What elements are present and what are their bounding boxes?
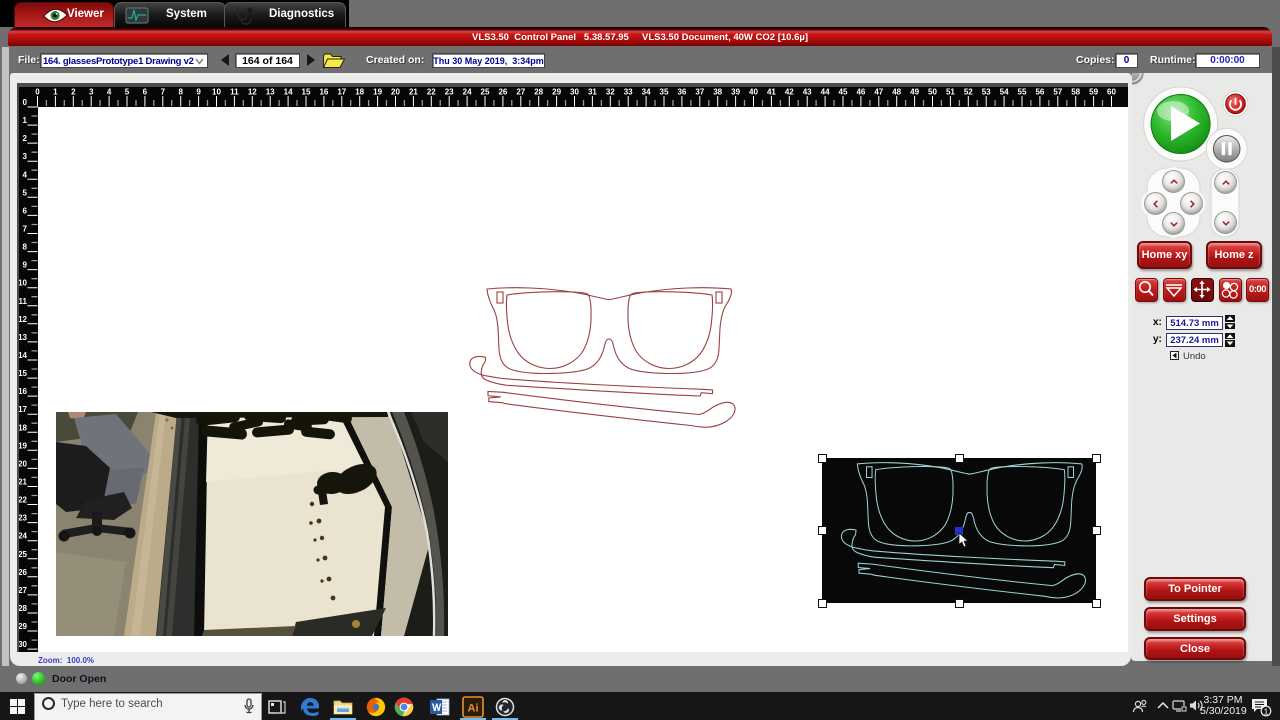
svg-text:0: 0 [23,98,28,107]
svg-text:27: 27 [516,88,525,97]
svg-text:22: 22 [19,496,28,505]
svg-text:7: 7 [23,225,28,234]
svg-text:16: 16 [319,88,328,97]
svg-text:9: 9 [23,261,28,270]
svg-text:13: 13 [19,333,28,342]
svg-text:15: 15 [19,369,28,378]
svg-text:5: 5 [125,88,130,97]
svg-text:30: 30 [19,640,28,649]
svg-text:7: 7 [161,88,166,97]
svg-text:48: 48 [892,88,901,97]
svg-text:1: 1 [53,88,58,97]
svg-text:52: 52 [964,88,973,97]
svg-text:35: 35 [660,88,669,97]
svg-text:54: 54 [1000,88,1009,97]
svg-text:14: 14 [284,88,293,97]
svg-text:33: 33 [624,88,633,97]
svg-text:8: 8 [178,88,183,97]
svg-text:4: 4 [107,88,112,97]
svg-text:14: 14 [19,351,28,360]
svg-text:60: 60 [1107,88,1116,97]
svg-text:37: 37 [695,88,704,97]
svg-text:22: 22 [427,88,436,97]
svg-text:3: 3 [89,88,94,97]
svg-text:2: 2 [71,88,76,97]
svg-text:21: 21 [409,88,418,97]
svg-text:40: 40 [749,88,758,97]
svg-text:38: 38 [713,88,722,97]
svg-text:12: 12 [248,88,257,97]
svg-text:49: 49 [910,88,919,97]
svg-text:28: 28 [19,604,28,613]
svg-text:1: 1 [1264,706,1269,716]
svg-text:18: 18 [355,88,364,97]
svg-text:25: 25 [19,550,28,559]
svg-text:42: 42 [785,88,794,97]
svg-text:17: 17 [19,405,28,414]
svg-text:50: 50 [928,88,937,97]
svg-text:18: 18 [19,423,28,432]
svg-text:30: 30 [570,88,579,97]
svg-text:24: 24 [463,88,472,97]
svg-text:46: 46 [856,88,865,97]
svg-text:1: 1 [23,116,28,125]
svg-text:3: 3 [23,152,28,161]
svg-text:31: 31 [588,88,597,97]
svg-text:20: 20 [391,88,400,97]
svg-text:29: 29 [19,622,28,631]
svg-text:Ai: Ai [468,703,479,715]
svg-text:2: 2 [23,134,28,143]
svg-text:53: 53 [982,88,991,97]
svg-text:13: 13 [266,88,275,97]
svg-text:10: 10 [19,279,28,288]
svg-text:6: 6 [143,88,148,97]
svg-text:6: 6 [23,206,28,215]
svg-text:57: 57 [1053,88,1062,97]
svg-text:26: 26 [19,568,28,577]
svg-text:23: 23 [445,88,454,97]
svg-text:45: 45 [839,88,848,97]
svg-text:43: 43 [803,88,812,97]
svg-text:39: 39 [731,88,740,97]
svg-text:51: 51 [946,88,955,97]
svg-text:27: 27 [19,586,28,595]
svg-text:11: 11 [230,88,239,97]
svg-text:23: 23 [19,514,28,523]
svg-text:20: 20 [19,459,28,468]
svg-text:17: 17 [337,88,346,97]
svg-text:25: 25 [481,88,490,97]
svg-text:24: 24 [19,532,28,541]
svg-text:4: 4 [23,170,28,179]
svg-text:19: 19 [19,441,28,450]
svg-text:19: 19 [373,88,382,97]
svg-text:10: 10 [212,88,221,97]
svg-text:9: 9 [196,88,201,97]
svg-text:41: 41 [767,88,776,97]
svg-text:47: 47 [874,88,883,97]
svg-text:55: 55 [1018,88,1027,97]
svg-text:56: 56 [1035,88,1044,97]
svg-text:44: 44 [821,88,830,97]
svg-text:32: 32 [606,88,615,97]
svg-text:8: 8 [23,243,28,252]
svg-text:58: 58 [1071,88,1080,97]
svg-text:21: 21 [19,478,28,487]
svg-text:26: 26 [498,88,507,97]
svg-text:5: 5 [23,188,28,197]
svg-text:15: 15 [302,88,311,97]
svg-text:11: 11 [19,297,28,306]
svg-text:36: 36 [677,88,686,97]
svg-text:12: 12 [19,315,28,324]
svg-text:29: 29 [552,88,561,97]
svg-text:34: 34 [642,88,651,97]
svg-text:16: 16 [19,387,28,396]
svg-text:59: 59 [1089,88,1098,97]
svg-text:28: 28 [534,88,543,97]
